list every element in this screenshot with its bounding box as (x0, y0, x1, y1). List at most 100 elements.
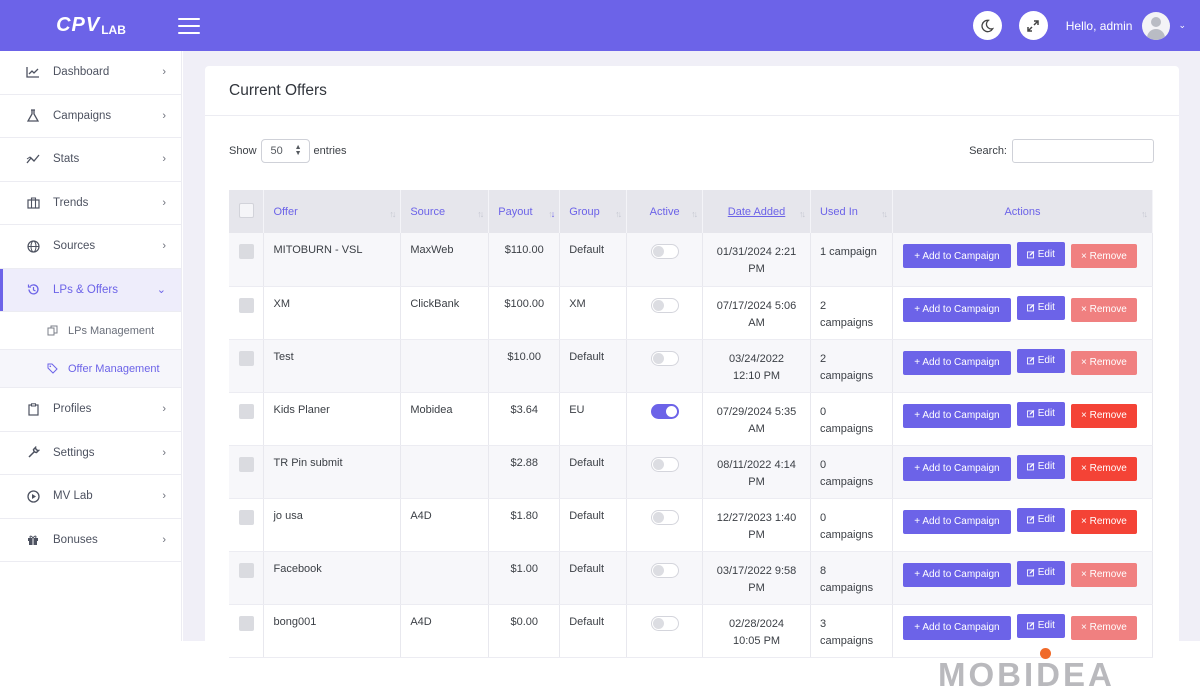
sidebar-item-label: Profiles (53, 403, 92, 416)
offer-cell: XM (263, 286, 402, 340)
sidebar-item-mv-lab[interactable]: MV Lab › (0, 475, 181, 519)
sidebar-item-stats[interactable]: Stats › (0, 138, 181, 182)
entries-select[interactable]: 50 ▲ ▼ (260, 139, 310, 163)
source-cell: Mobidea (400, 392, 490, 446)
add-to-campaign-button[interactable]: + Add to Campaign (902, 297, 1011, 322)
dark-mode-toggle[interactable] (972, 11, 1002, 40)
remove-button[interactable]: × Remove (1070, 456, 1137, 481)
row-checkbox[interactable] (238, 403, 254, 419)
sidebar-item-campaigns[interactable]: Campaigns › (0, 95, 181, 138)
sort-desc-icon: ↑↓ (548, 208, 555, 219)
sidebar-item-settings[interactable]: Settings › (0, 432, 181, 475)
row-select-cell[interactable] (229, 551, 265, 605)
select-all-checkbox[interactable] (238, 202, 254, 218)
active-toggle[interactable] (650, 297, 679, 313)
date-line: 01/31/2024 2:21 (716, 246, 797, 258)
edit-button[interactable]: Edit (1016, 401, 1065, 426)
row-checkbox[interactable] (238, 297, 254, 313)
add-to-campaign-button[interactable]: + Add to Campaign (902, 456, 1011, 481)
row-checkbox[interactable] (238, 244, 254, 259)
row-select-cell[interactable] (229, 286, 265, 340)
add-to-campaign-button[interactable]: + Add to Campaign (902, 562, 1011, 587)
select-all-header[interactable] (229, 190, 265, 233)
active-toggle[interactable] (650, 244, 679, 259)
add-to-campaign-button[interactable]: + Add to Campaign (902, 350, 1011, 375)
payout-cell: $10.00 (488, 339, 561, 393)
row-select-cell[interactable] (229, 392, 265, 446)
row-checkbox[interactable] (238, 456, 254, 472)
time-line: PM (748, 528, 765, 541)
used-count: 2 (819, 299, 827, 312)
active-toggle[interactable] (650, 615, 679, 631)
add-to-campaign-button[interactable]: + Add to Campaign (902, 403, 1011, 428)
date-added-cell: 01/31/2024 2:21 PM (702, 233, 811, 287)
edit-button[interactable]: Edit (1016, 560, 1065, 585)
remove-button[interactable]: × Remove (1070, 615, 1137, 640)
row-select-cell[interactable] (229, 498, 265, 552)
row-select-cell[interactable] (229, 233, 265, 287)
edit-button[interactable]: Edit (1016, 613, 1065, 638)
header-source[interactable]: Source ↑↓ (400, 190, 490, 233)
header-offer[interactable]: Offer ↑↓ (263, 190, 402, 233)
used-count: 0 (819, 405, 827, 418)
offer-cell: bong001 (263, 604, 402, 658)
sidebar-item-dashboard[interactable]: Dashboard › (0, 51, 181, 95)
remove-button[interactable]: × Remove (1070, 350, 1137, 375)
remove-button[interactable]: × Remove (1070, 509, 1137, 534)
add-to-campaign-button[interactable]: + Add to Campaign (902, 615, 1011, 640)
actions-cell: + Add to Campaign Edit × Remove (892, 392, 1154, 446)
menu-toggle-icon[interactable] (178, 17, 200, 34)
remove-button[interactable]: × Remove (1070, 244, 1137, 268)
sidebar-subitem-offer-management[interactable]: Offer Management (0, 350, 181, 388)
time-line: AM (748, 316, 765, 329)
active-toggle[interactable] (650, 509, 679, 525)
header-actions[interactable]: Actions ↑↓ (892, 190, 1154, 233)
logo[interactable]: CPV LAB (0, 0, 182, 51)
show-label: Show (229, 145, 257, 157)
row-checkbox[interactable] (238, 350, 254, 366)
active-toggle[interactable] (650, 403, 679, 419)
edit-button[interactable]: Edit (1016, 295, 1065, 320)
row-checkbox[interactable] (238, 562, 254, 578)
avatar[interactable] (1142, 11, 1171, 40)
header-group[interactable]: Group ↑↓ (559, 190, 628, 233)
sidebar-item-trends[interactable]: Trends › (0, 182, 181, 225)
row-select-cell[interactable] (229, 445, 265, 499)
active-toggle[interactable] (650, 562, 679, 578)
remove-button[interactable]: × Remove (1070, 562, 1137, 587)
header-active[interactable]: Active ↑↓ (626, 190, 704, 233)
remove-button[interactable]: × Remove (1070, 403, 1137, 428)
sidebar-item-sources[interactable]: Sources › (0, 225, 181, 269)
header-date-added[interactable]: Date Added ↑↓ (702, 190, 811, 233)
logo-sub: LAB (101, 22, 126, 37)
active-toggle[interactable] (650, 456, 679, 472)
edit-button[interactable]: Edit (1016, 454, 1065, 479)
active-toggle[interactable] (650, 350, 679, 366)
row-select-cell[interactable] (229, 339, 265, 393)
search-input[interactable] (1012, 139, 1154, 163)
header-payout[interactable]: Payout ↑↓ (488, 190, 561, 233)
gift-icon (26, 533, 40, 547)
edit-button[interactable]: Edit (1016, 348, 1065, 373)
edit-button[interactable]: Edit (1016, 507, 1065, 532)
fullscreen-button[interactable] (1018, 11, 1048, 40)
sidebar-item-lps-offers[interactable]: LPs & Offers ⌄ (0, 268, 181, 312)
sidebar-subitem-lps-management[interactable]: LPs Management (0, 312, 181, 350)
edit-label: Edit (1037, 514, 1055, 525)
add-to-campaign-button[interactable]: + Add to Campaign (902, 509, 1011, 534)
header-used-in[interactable]: Used In ↑↓ (810, 190, 893, 233)
remove-button[interactable]: × Remove (1070, 297, 1137, 322)
row-checkbox[interactable] (238, 615, 254, 631)
sort-icon: ↑↓ (798, 208, 806, 219)
row-checkbox[interactable] (238, 509, 254, 525)
group-cell: XM (559, 286, 628, 340)
edit-button[interactable]: Edit (1016, 242, 1065, 266)
add-to-campaign-button[interactable]: + Add to Campaign (902, 244, 1011, 268)
sidebar-item-profiles[interactable]: Profiles › (0, 388, 181, 432)
row-select-cell[interactable] (229, 604, 265, 658)
main-content: Current Offers Show 50 ▲ ▼ entries Search… (183, 51, 1200, 658)
sidebar-item-bonuses[interactable]: Bonuses › (0, 519, 181, 562)
chevron-down-icon[interactable]: ⌄ (1178, 20, 1186, 31)
group-cell: Default (559, 233, 628, 287)
table-row: Kids Planer Mobidea $3.64 EU 07/29/2024 5:35… (229, 392, 1154, 446)
